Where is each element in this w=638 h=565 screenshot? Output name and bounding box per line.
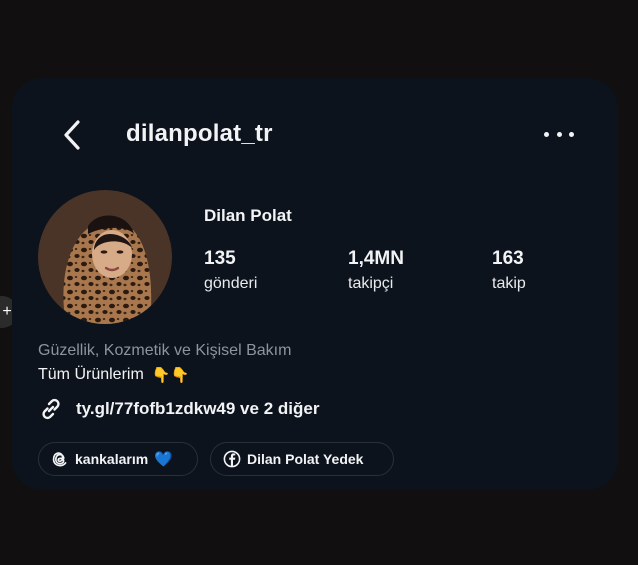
followers-label: takipçi [348,275,394,292]
profile-header: dilanpolat_tr [12,78,618,190]
followers-count: 1,4MN [348,248,404,269]
posts-stat[interactable]: 135 gönderi [204,248,257,293]
link-icon [42,398,60,420]
more-horizontal-icon [544,131,549,137]
back-button[interactable] [60,118,86,152]
posts-count: 135 [204,248,236,269]
following-label: takip [492,275,526,292]
pointing-down-emoji: 👇👇 [151,367,190,384]
profile-photo [38,190,172,324]
bio-line: Tüm Ürünlerim [38,366,144,383]
threads-label: kankalarım [75,451,149,467]
threads-icon [52,452,67,467]
following-stat[interactable]: 163 takip [492,248,526,293]
display-name: Dilan Polat [204,206,292,225]
posts-label: gönderi [204,275,258,292]
facebook-button[interactable]: Dilan Polat Yedek [210,442,394,476]
more-options-button[interactable] [544,126,574,142]
arrow-icon: + [2,303,12,320]
avatar[interactable] [38,190,172,324]
followers-stat[interactable]: 1,4MN takipçi [348,248,404,293]
profile-card: dilanpolat_tr Dilan Polat 135 gönderi 1,… [12,78,618,490]
link-text: ty.gl/77fofb1zdkw49 ve 2 diğer [76,399,320,418]
blue-heart-emoji: 💙 [154,451,173,468]
profile-category: Güzellik, Kozmetik ve Kişisel Bakım [38,342,292,359]
threads-button[interactable]: kankalarım 💙 [38,442,198,476]
bio-text: Tüm Ürünlerim 👇👇 [38,366,189,384]
chevron-left-icon [64,120,80,150]
profile-username: dilanpolat_tr [126,120,273,147]
facebook-icon [223,450,241,468]
following-count: 163 [492,248,524,269]
profile-link[interactable]: ty.gl/77fofb1zdkw49 ve 2 diğer [38,396,319,422]
facebook-label: Dilan Polat Yedek [247,451,364,467]
